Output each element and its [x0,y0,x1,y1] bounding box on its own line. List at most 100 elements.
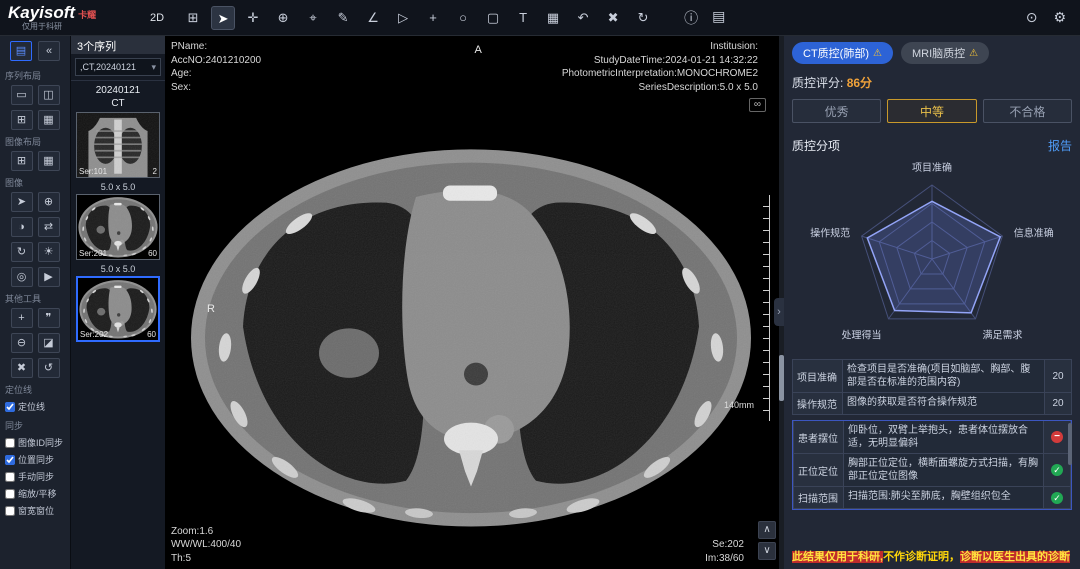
report-link[interactable]: 报告 [1048,137,1072,154]
image-layout-3x3-icon[interactable]: ▦ [38,151,60,171]
next-image-button[interactable]: ∨ [758,542,776,560]
play-icon[interactable]: ▶ [38,267,60,287]
pan-tool-icon[interactable]: ✛ [241,6,265,30]
section-title: 质控分项 [792,137,840,154]
zoom-in-tool-icon[interactable]: ⊕ [271,6,295,30]
comment-icon[interactable]: ❞ [38,308,60,328]
prev-image-button[interactable]: ∧ [758,521,776,539]
sync-manual-input[interactable] [5,472,15,482]
tool-grid: ⊞▦ [0,150,70,172]
grade-medium[interactable]: 中等 [887,99,976,123]
grade-excellent[interactable]: 优秀 [792,99,881,123]
qc-score: 质控评分: 86分 [792,74,1072,91]
ct-image[interactable] [181,136,761,536]
undo-tool-icon[interactable]: ↶ [571,6,595,30]
qc-row-label: 项目准确 [793,360,843,392]
series-thumbnail[interactable]: Ser:20260 [76,276,160,342]
magnify-icon[interactable]: ⊕ [38,192,60,212]
viewport[interactable]: PName:AccNO:2401210200Age:Sex: Institusi… [165,36,784,569]
add-icon[interactable]: + [11,308,33,328]
app-logo: Kayisoft 卡耀 仅用于科研 [0,4,148,31]
overlay-topright: Institusion:StudyDateTime:2024-01-21 14:… [562,40,758,94]
tab-mri-qc[interactable]: MRI脑质控⚠ [901,42,989,64]
series-count-header: 3个序列 [71,36,165,54]
series-dropdown[interactable]: ,CT,20240121 ▾ [75,58,161,76]
annotate-tool-icon[interactable]: ✎ [331,6,355,30]
checkbox-crosshair-line[interactable]: 定位线 [0,398,70,415]
series-number: Ser:201 [79,249,107,258]
checkbox-sync-manual[interactable]: 手动同步 [0,468,70,485]
overlay-line: AccNO:2401210200 [171,54,261,68]
report-doc-icon[interactable]: ▤ [712,8,725,28]
ellipse-roi-tool-icon[interactable]: ○ [451,6,475,30]
svg-text:处理得当: 处理得当 [842,329,882,342]
layout-3x3-icon[interactable]: ▦ [38,110,60,130]
qc-row-label: 正位定位 [794,454,844,486]
section-label: 图像 [0,172,70,191]
angle-tool-icon[interactable]: ∠ [361,6,385,30]
invert-icon[interactable]: ◎ [11,267,33,287]
ruler-label: 140mm [724,400,754,410]
close-icon[interactable]: ✖ [11,358,33,378]
settings-gear-icon[interactable]: ⚙ [1053,9,1066,26]
qc-check-row: 扫描范围扫描范围:肺尖至肺底，胸壁组织包全✓ [793,487,1071,509]
checkbox-sync-position[interactable]: 位置同步 [0,451,70,468]
crosshair-line-input[interactable] [5,402,15,412]
series-layout-icon[interactable]: ⊞ [181,6,205,30]
add-tool-icon[interactable]: + [421,6,445,30]
panel-expander[interactable]: › [774,298,784,326]
section-label: 序列布局 [0,65,70,84]
info-icon[interactable]: ⓘ [684,8,698,28]
sync-image-id-input[interactable] [5,438,15,448]
text-tool-icon[interactable]: T [511,6,535,30]
checks-scrollbar-thumb[interactable] [1068,423,1072,465]
section-label: 定位线 [0,379,70,398]
eraser-icon[interactable]: ◪ [38,333,60,353]
series-panel-toggle-icon[interactable]: ▤ [10,41,32,61]
link-icon[interactable]: ∞ [749,98,766,112]
qc-row-desc: 图像的获取是否符合操作规范 [843,393,1045,414]
disclaimer-text: 诊断以医生出具的诊断 [960,551,1070,563]
image-layout-2x2-icon[interactable]: ⊞ [11,151,33,171]
series-list: Ser:10125.0 x 5.0Ser:201605.0 x 5.0Ser:2… [71,112,165,342]
localizer-tool-icon[interactable]: ⌖ [301,6,325,30]
brightness-icon[interactable]: ☀ [38,242,60,262]
overlay-line: Institusion: [562,40,758,54]
series-desc: 5.0 x 5.0 [71,264,165,274]
series-thumbnail[interactable]: Ser:1012 [76,112,160,178]
pointer-icon[interactable]: ➤ [11,192,33,212]
qc-row-label: 操作规范 [793,393,843,414]
rotate-icon[interactable]: ↻ [11,242,33,262]
sync-position-input[interactable] [5,455,15,465]
layout-2x2-icon[interactable]: ⊞ [11,110,33,130]
rect-roi-tool-icon[interactable]: ▢ [481,6,505,30]
reset-icon[interactable]: ↺ [38,358,60,378]
scrollbar-thumb[interactable] [779,355,784,401]
qc-grades: 优秀中等不合格 [792,99,1072,123]
flip-icon[interactable]: ⇄ [38,217,60,237]
zoom-out-icon[interactable]: ⊖ [11,333,33,353]
checkbox-sync-image-id[interactable]: 图像ID同步 [0,434,70,451]
qc-panel: CT质控(肺部)⚠MRI脑质控⚠ 质控评分: 86分 优秀中等不合格 质控分项 … [784,36,1080,569]
reset-tool-icon[interactable]: ↻ [631,6,655,30]
history-icon[interactable]: ⊙ [1026,9,1038,26]
checkbox-sync-zoom-pan[interactable]: 缩放/平移 [0,485,70,502]
checkbox-sync-window[interactable]: 窗宽窗位 [0,502,70,519]
sync-zoom-pan-input[interactable] [5,489,15,499]
sync-window-input[interactable] [5,506,15,516]
tab-ct-qc[interactable]: CT质控(肺部)⚠ [792,42,893,64]
study-date: 20240121 [71,84,165,97]
pointer-tool-icon[interactable]: ➤ [211,6,235,30]
collapse-panel-icon[interactable]: « [38,41,60,61]
layout-1x2-icon[interactable]: ◫ [38,85,60,105]
logo-tag: 卡耀 [78,11,96,20]
window-level-icon[interactable]: ◑ [11,217,33,237]
delete-tool-icon[interactable]: ✖ [601,6,625,30]
cine-play-tool-icon[interactable]: ▷ [391,6,415,30]
layout-1x1-icon[interactable]: ▭ [11,85,33,105]
grade-fail[interactable]: 不合格 [983,99,1072,123]
grid-tool-icon[interactable]: ▦ [541,6,565,30]
toolbar-tools: ⊞➤✛⊕⌖✎∠▷+○▢T▦↶✖↻ [178,6,658,30]
series-thumbnail[interactable]: Ser:20160 [76,194,160,260]
overlay-line: StudyDateTime:2024-01-21 14:32:22 [562,54,758,68]
